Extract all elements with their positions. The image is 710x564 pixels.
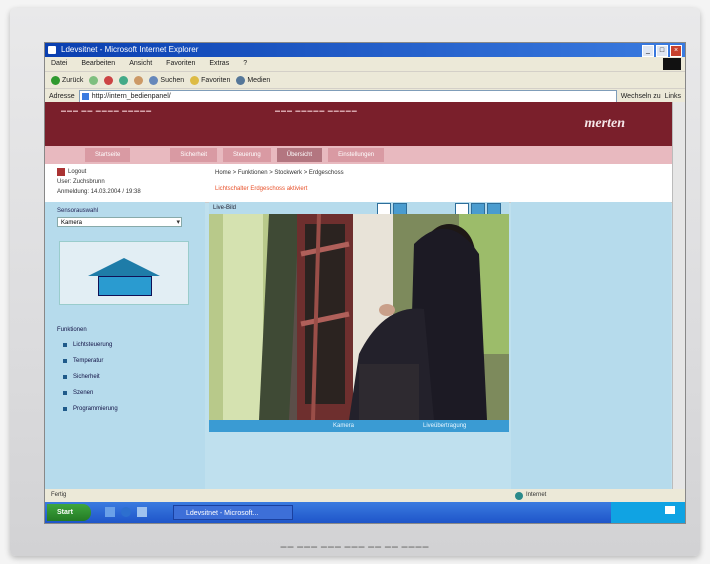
stop-button[interactable] (104, 75, 114, 85)
logout-link[interactable]: Logout (57, 168, 86, 176)
refresh-icon (119, 75, 129, 85)
status-bar: Fertig Internet (45, 489, 685, 502)
quicklaunch-media-icon[interactable] (137, 507, 147, 517)
main-panel: Live-Bild Kamera Liveübertragung (209, 202, 509, 489)
banner-tagline-left: ▬▬▬ ▬▬ ▬▬▬▬ ▬▬▬▬▬ (61, 108, 153, 114)
window-title: Ldevsitnet - Microsoft Internet Explorer (61, 45, 199, 54)
menu-favoriten[interactable]: Favoriten (166, 57, 195, 71)
site-nav: Startseite Sicherheit Steuerung Übersich… (45, 146, 685, 164)
sidebar-item-security[interactable]: Sicherheit (45, 369, 205, 385)
browser-window: Ldevsitnet - Microsoft Internet Explorer… (44, 42, 686, 524)
page-scrollbar[interactable] (672, 102, 685, 489)
sidebar-item-temperature[interactable]: Temperatur (45, 353, 205, 369)
star-icon (190, 75, 200, 85)
sidebar-title: Sensorauswahl (57, 208, 99, 214)
taskbar: Start Ldevsitnet - Microsoft... (45, 502, 685, 523)
status-zone: Internet (515, 489, 546, 502)
video-title: Live-Bild (213, 205, 237, 211)
house-logo[interactable] (59, 241, 189, 305)
sidebar: Sensorauswahl Kamera Funktionen Lichtste… (45, 202, 205, 489)
sensor-select[interactable]: Kamera (57, 217, 182, 228)
nav-tab-home[interactable]: Startseite (85, 148, 131, 162)
forward-button[interactable] (89, 75, 99, 85)
sidebar-item-lighting[interactable]: Lichtsteuerung (45, 337, 205, 353)
bullet-icon (63, 375, 67, 379)
login-timestamp: Anmeldung: 14.03.2004 / 19:38 (57, 189, 141, 195)
logout-icon (57, 168, 65, 176)
menu-help[interactable]: ? (243, 57, 247, 71)
house-roof-icon (88, 258, 160, 276)
windows-flag-icon (663, 58, 681, 70)
quicklaunch-ie-icon[interactable] (121, 507, 131, 517)
search-button[interactable]: Suchen (149, 75, 184, 85)
banner-tagline-right: ▬▬▬ ▬▬▬▬▬ ▬▬▬▬▬ (275, 108, 358, 114)
alert-text: Lichtschalter Erdgeschoss aktiviert (215, 186, 308, 192)
site-logo: merten (584, 116, 625, 131)
search-icon (149, 75, 159, 85)
close-button[interactable]: × (670, 45, 682, 57)
back-arrow-icon (51, 75, 60, 85)
taskbar-item-browser[interactable]: Ldevsitnet - Microsoft... (173, 505, 293, 520)
stop-icon (104, 75, 114, 85)
home-icon (134, 75, 144, 85)
address-label: Adresse (49, 93, 75, 100)
user-name: User: Zuchsbrunn (57, 179, 105, 185)
video-footer: Kamera Liveübertragung (209, 420, 509, 432)
start-button[interactable]: Start (47, 504, 91, 521)
right-panel (511, 202, 671, 489)
house-wall-icon (98, 276, 152, 296)
monitor-bezel: Ldevsitnet - Microsoft Internet Explorer… (10, 8, 700, 556)
nav-tab-control[interactable]: Steuerung (223, 148, 271, 162)
back-button[interactable]: Zurück (51, 75, 83, 85)
sidebar-heading: Funktionen (57, 327, 87, 333)
window-controls: _ □ × (642, 45, 682, 57)
menu-extras[interactable]: Extras (209, 57, 229, 71)
go-button[interactable]: Wechseln zu (621, 93, 661, 100)
sidebar-item-scenes[interactable]: Szenen (45, 385, 205, 401)
menu-bearbeiten[interactable]: Bearbeiten (81, 57, 115, 71)
nav-tab-overview[interactable]: Übersicht (276, 148, 323, 162)
quicklaunch-desktop-icon[interactable] (105, 507, 115, 517)
video-titlebar: Live-Bild (209, 202, 509, 215)
favorites-button[interactable]: Favoriten (190, 75, 230, 85)
status-text: Fertig (51, 492, 67, 498)
home-button[interactable] (134, 75, 144, 85)
tray-network-icon[interactable] (665, 506, 675, 514)
maximize-button[interactable]: □ (656, 45, 668, 57)
forward-arrow-icon (89, 75, 99, 85)
nav-tab-settings[interactable]: Einstellungen (328, 148, 385, 162)
links-label[interactable]: Links (665, 93, 681, 100)
sidebar-item-programming[interactable]: Programmierung (45, 401, 205, 417)
camera-image (209, 214, 509, 420)
nav-tab-security[interactable]: Sicherheit (170, 148, 218, 162)
globe-icon (515, 491, 523, 500)
video-footer-left[interactable]: Kamera (333, 420, 354, 432)
window-titlebar: Ldevsitnet - Microsoft Internet Explorer… (45, 43, 685, 57)
info-strip: Logout User: Zuchsbrunn Anmeldung: 14.03… (45, 164, 685, 203)
menu-ansicht[interactable]: Ansicht (129, 57, 152, 71)
breadcrumb[interactable]: Home > Funktionen > Stockwerk > Erdgesch… (215, 170, 344, 176)
bullet-icon (63, 407, 67, 411)
media-icon (236, 75, 246, 85)
minimize-button[interactable]: _ (642, 45, 654, 57)
monitor-caption: ▬▬ ▬▬▬ ▬▬▬ ▬▬▬ ▬▬ ▬▬ ▬▬▬▬ (280, 544, 430, 550)
menu-datei[interactable]: Datei (51, 57, 67, 71)
menu-bar: Datei Bearbeiten Ansicht Favoriten Extra… (45, 57, 685, 71)
camera-video-feed[interactable] (209, 214, 509, 420)
media-button[interactable]: Medien (236, 75, 270, 85)
bullet-icon (63, 343, 67, 347)
video-footer-right[interactable]: Liveübertragung (423, 420, 466, 432)
bullet-icon (63, 359, 67, 363)
system-tray (611, 502, 685, 523)
refresh-button[interactable] (119, 75, 129, 85)
site-banner: ▬▬▬ ▬▬ ▬▬▬▬ ▬▬▬▬▬ ▬▬▬ ▬▬▬▬▬ ▬▬▬▬▬ merten (45, 102, 685, 146)
bullet-icon (63, 391, 67, 395)
toolbar: Zurück Suchen Favoriten Medien (45, 71, 685, 88)
ie-icon (48, 46, 56, 54)
